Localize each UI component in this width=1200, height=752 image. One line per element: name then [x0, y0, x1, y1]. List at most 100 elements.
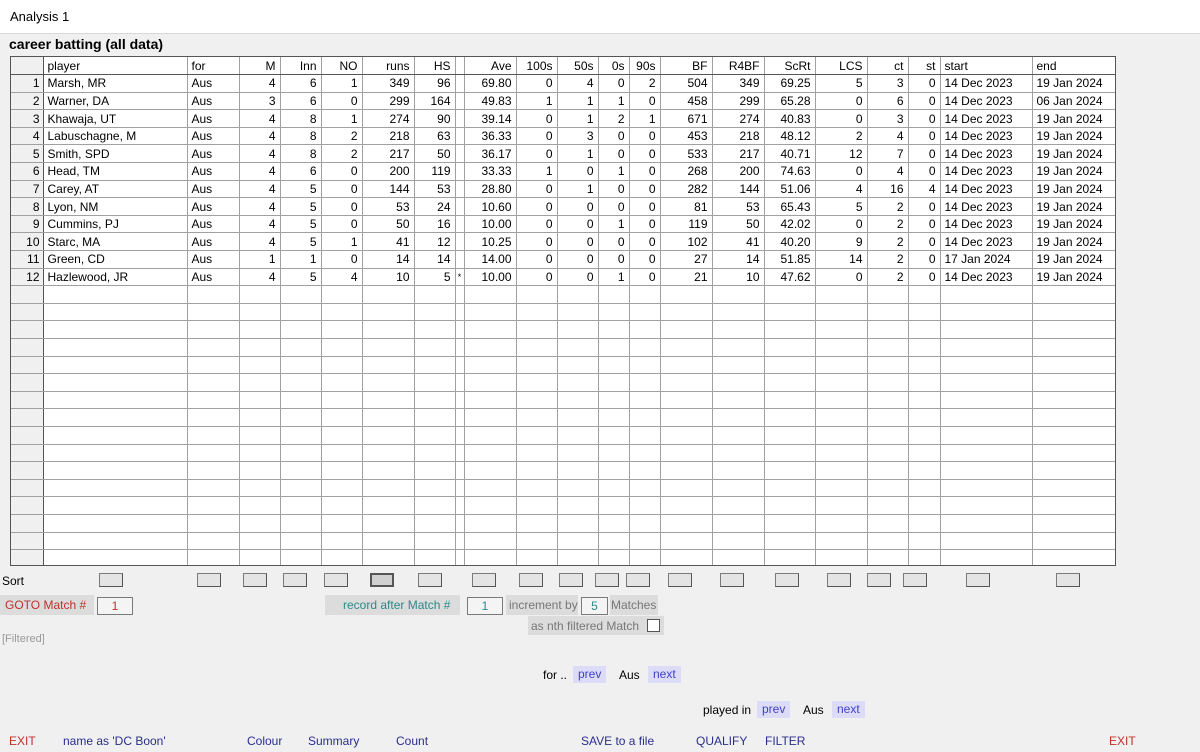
column-header-st[interactable]: st [908, 57, 941, 76]
sort-button[interactable] [867, 573, 891, 587]
row-number [11, 426, 44, 445]
empty-cell [1032, 320, 1115, 339]
table-row[interactable]: 1 Marsh, MR Aus 4 6 1 349 96 69.80 0 4 0 2 504 349 69.2… [11, 74, 1115, 93]
cell-for: Aus [187, 250, 240, 269]
empty-row[interactable] [11, 338, 1115, 357]
empty-cell [43, 338, 188, 357]
empty-row[interactable] [11, 479, 1115, 498]
sort-button[interactable] [519, 573, 543, 587]
sort-button[interactable] [197, 573, 221, 587]
sort-button[interactable] [559, 573, 583, 587]
empty-row[interactable] [11, 532, 1115, 551]
sort-button[interactable] [472, 573, 496, 587]
nth-filtered-checkbox[interactable] [647, 619, 660, 632]
exit-button-right[interactable]: EXIT [1109, 734, 1136, 748]
empty-row[interactable] [11, 444, 1115, 463]
table-row[interactable]: 5 Smith, SPD Aus 4 8 2 217 50 36.17 0 1 0 0 533 217 40.… [11, 144, 1115, 164]
sort-button[interactable] [243, 573, 267, 587]
qualify-button[interactable]: QUALIFY [696, 734, 747, 748]
column-header-hs-flag[interactable] [455, 57, 465, 76]
empty-row[interactable] [11, 356, 1115, 375]
sort-button[interactable] [595, 573, 619, 587]
column-header-runs[interactable]: runs [362, 57, 415, 76]
record-after-input[interactable]: 1 [467, 597, 503, 615]
table-row[interactable]: 6 Head, TM Aus 4 6 0 200 119 33.33 1 0 1 0 268 200 74.6… [11, 162, 1115, 181]
name-as-button[interactable]: name as 'DC Boon' [63, 734, 166, 748]
cell-inn: 6 [280, 92, 322, 111]
column-header-90s[interactable]: 90s [629, 57, 661, 76]
played-next-button[interactable]: next [832, 701, 865, 718]
empty-row[interactable] [11, 285, 1115, 304]
column-header-lcs[interactable]: LCS [815, 57, 868, 76]
empty-cell [712, 461, 765, 480]
empty-row[interactable] [11, 408, 1115, 427]
for-next-button[interactable]: next [648, 666, 681, 683]
table-row[interactable]: 8 Lyon, NM Aus 4 5 0 53 24 10.60 0 0 0 0 81 53 65.43 5 2 0… [11, 197, 1115, 216]
empty-row[interactable] [11, 391, 1115, 410]
sort-button[interactable] [720, 573, 744, 587]
empty-row[interactable] [11, 320, 1115, 339]
column-header-end[interactable]: end [1032, 57, 1115, 76]
column-header-start[interactable]: start [940, 57, 1033, 76]
sort-button[interactable] [1056, 573, 1080, 587]
sort-button[interactable] [324, 573, 348, 587]
increment-input[interactable]: 5 [581, 597, 608, 615]
column-header-r4bf[interactable]: R4BF [712, 57, 765, 76]
sort-button[interactable] [626, 573, 650, 587]
empty-cell [660, 426, 713, 445]
sort-button[interactable] [668, 573, 692, 587]
empty-cell [414, 356, 456, 375]
window-title: Analysis 1 [10, 9, 70, 24]
column-header-0s[interactable]: 0s [598, 57, 630, 76]
sort-button[interactable] [99, 573, 123, 587]
sort-button[interactable] [370, 573, 394, 587]
table-row[interactable]: 12 Hazlewood, JR Aus 4 5 4 10 5 * 10.00 0 0 1 0 21 10 47… [11, 268, 1115, 287]
column-header-m[interactable]: M [239, 57, 281, 76]
empty-row[interactable] [11, 496, 1115, 515]
table-row[interactable]: 7 Carey, AT Aus 4 5 0 144 53 28.80 0 1 0 0 282 144 51.0… [11, 180, 1115, 199]
for-prev-button[interactable]: prev [573, 666, 607, 683]
empty-cell [660, 549, 713, 565]
empty-row[interactable] [11, 514, 1115, 533]
cell-hs-flag [455, 250, 465, 269]
filter-button[interactable]: FILTER [765, 734, 805, 748]
colour-button[interactable]: Colour [247, 734, 282, 748]
empty-row[interactable] [11, 303, 1115, 322]
table-row[interactable]: 9 Cummins, PJ Aus 4 5 0 50 16 10.00 0 0 1 0 119 50 42.0… [11, 215, 1115, 234]
sort-button[interactable] [775, 573, 799, 587]
save-file-button[interactable]: SAVE to a file [581, 734, 654, 748]
sort-button[interactable] [903, 573, 927, 587]
column-header-ct[interactable]: ct [867, 57, 909, 76]
summary-button[interactable]: Summary [308, 734, 359, 748]
exit-button-left[interactable]: EXIT [9, 734, 36, 748]
table-row[interactable]: 2 Warner, DA Aus 3 6 0 299 164 49.83 1 1 1 0 458 299 65… [11, 92, 1115, 111]
table-row[interactable]: 3 Khawaja, UT Aus 4 8 1 274 90 39.14 0 1 2 1 671 274 40… [11, 109, 1115, 128]
column-header-bf[interactable]: BF [660, 57, 713, 76]
table-row[interactable]: 10 Starc, MA Aus 4 5 1 41 12 10.25 0 0 0 0 102 41 40.20… [11, 232, 1115, 252]
column-header-inn[interactable]: Inn [280, 57, 322, 76]
empty-row[interactable] [11, 373, 1115, 392]
sort-button[interactable] [827, 573, 851, 587]
column-header-50s[interactable]: 50s [557, 57, 599, 76]
goto-match-input[interactable]: 1 [97, 597, 133, 615]
sort-button[interactable] [966, 573, 990, 587]
empty-cell [362, 285, 415, 304]
empty-row[interactable] [11, 426, 1115, 445]
table-row[interactable]: 4 Labuschagne, M Aus 4 8 2 218 63 36.33 0 3 0 0 453 21… [11, 127, 1115, 146]
column-header-ave[interactable]: Ave [464, 57, 517, 76]
column-header-player[interactable]: player [43, 57, 188, 76]
empty-cell [43, 356, 188, 375]
empty-row[interactable] [11, 461, 1115, 480]
column-header-hs[interactable]: HS [414, 57, 456, 76]
column-header-no[interactable]: NO [321, 57, 363, 76]
column-header-for[interactable]: for [187, 57, 240, 76]
sort-button[interactable] [418, 573, 442, 587]
column-header-scrt[interactable]: ScRt [764, 57, 816, 76]
empty-cell [414, 338, 456, 357]
column-header-100s[interactable]: 100s [516, 57, 558, 76]
played-prev-button[interactable]: prev [757, 701, 791, 718]
empty-row[interactable] [11, 549, 1115, 565]
count-button[interactable]: Count [396, 734, 428, 748]
table-row[interactable]: 11 Green, CD Aus 1 1 0 14 14 14.00 0 0 0 0 27 14 51.85 1… [11, 250, 1115, 269]
sort-button[interactable] [283, 573, 307, 587]
